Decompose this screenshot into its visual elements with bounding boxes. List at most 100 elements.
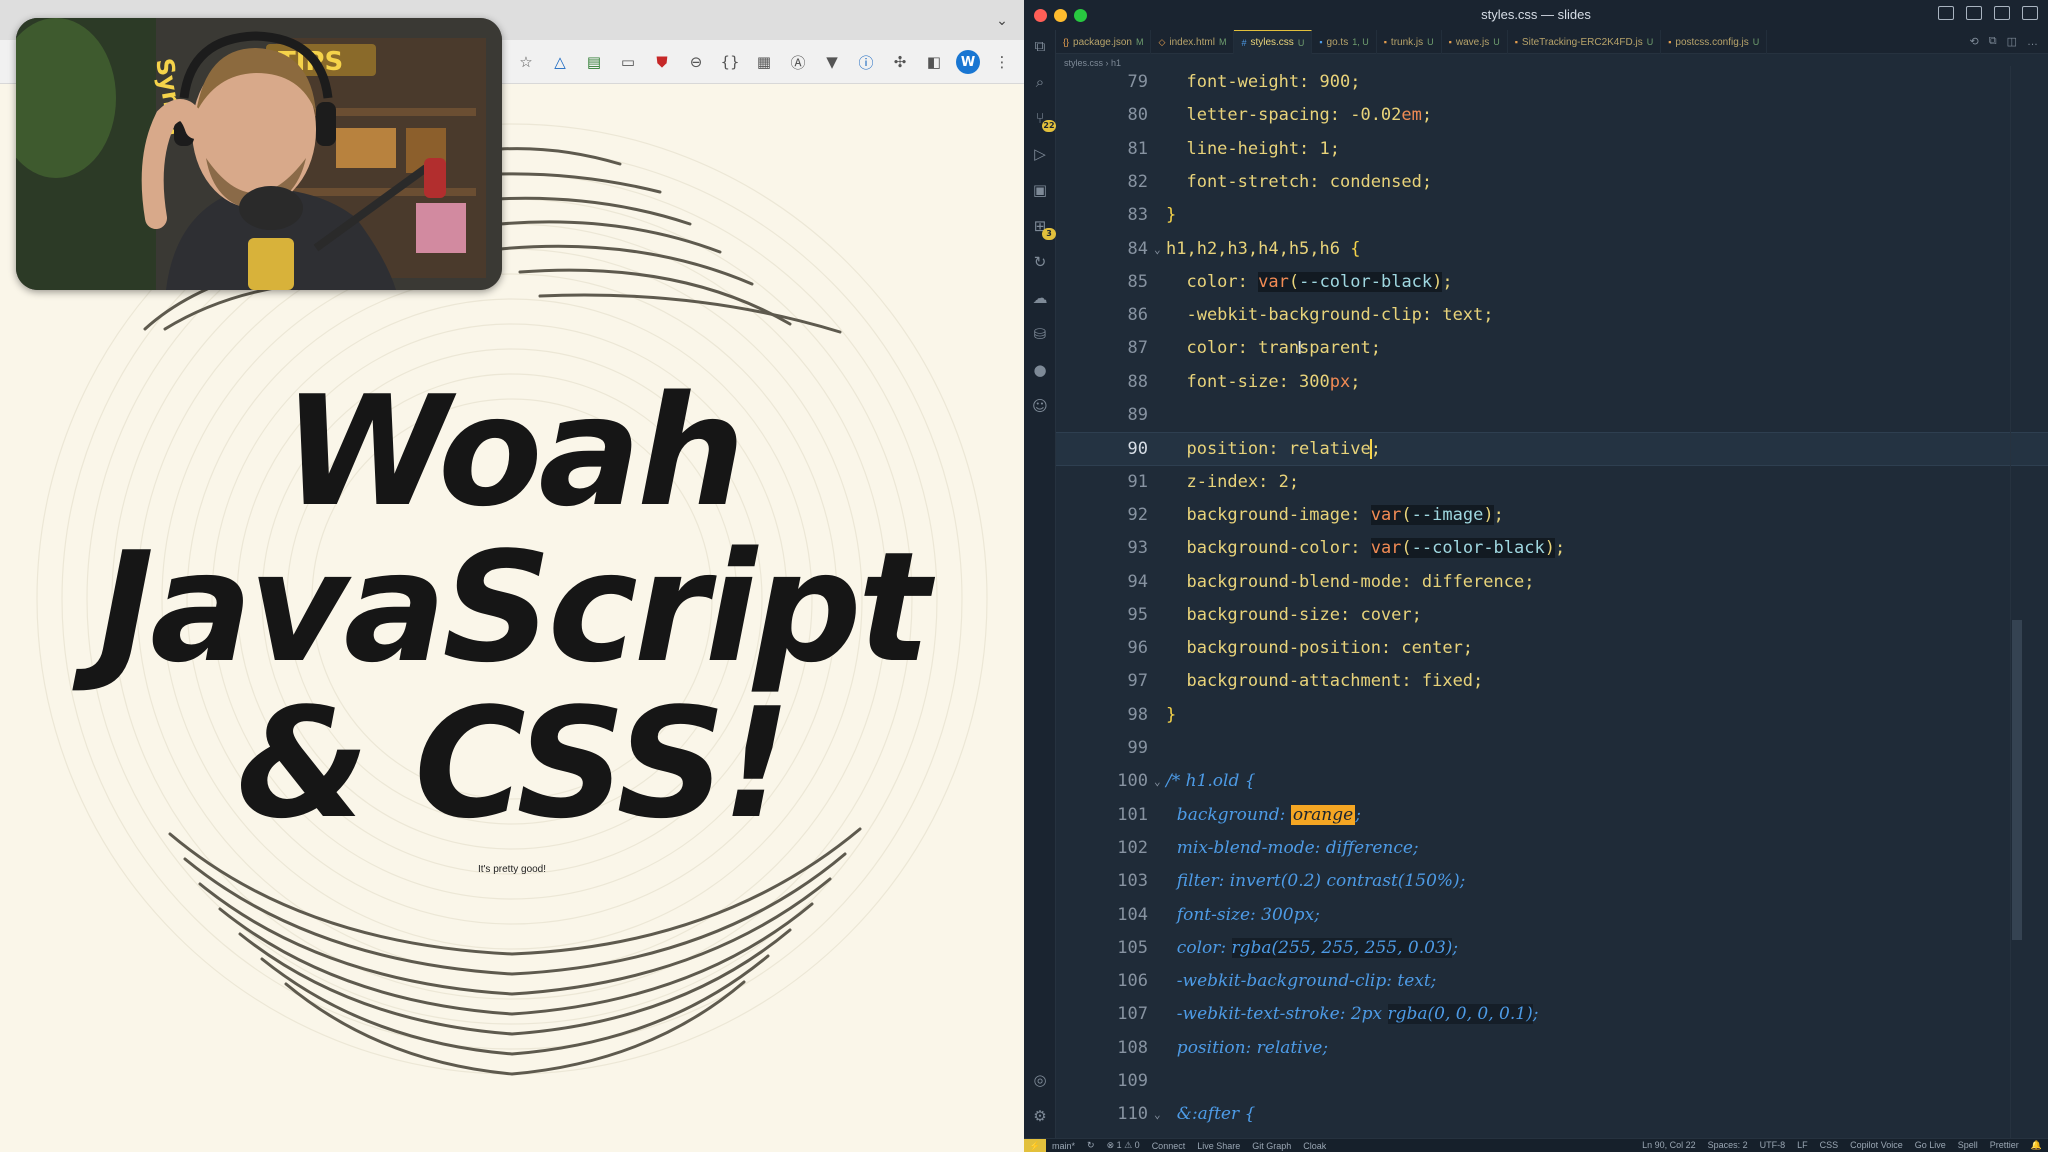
- sidebar-icon[interactable]: ◧: [922, 50, 946, 74]
- a-circle-icon[interactable]: Ⓐ: [786, 50, 810, 74]
- sheets-icon[interactable]: ▤: [582, 50, 606, 74]
- code-line[interactable]: 110 ⌄ &:after {: [1056, 1098, 2048, 1131]
- code-editor[interactable]: 79 font-weight: 900; 80 letter-spacing: -…: [1056, 66, 2048, 1138]
- code-line[interactable]: 93 background-color: var(--color-black);: [1056, 532, 2048, 565]
- code-line[interactable]: 109: [1056, 1065, 2048, 1098]
- live-share-icon[interactable]: ↻: [1028, 250, 1052, 274]
- fold-chevron-icon[interactable]: ⌄: [1154, 765, 1161, 798]
- star-icon[interactable]: ☆: [514, 50, 538, 74]
- profile-icon[interactable]: W: [956, 50, 980, 74]
- code-line[interactable]: 87 color: transparent;: [1056, 332, 2048, 365]
- fold-chevron-icon[interactable]: ⌄: [1154, 233, 1161, 266]
- code-line[interactable]: 83}: [1056, 199, 2048, 232]
- status-sync-icon[interactable]: ↻: [1081, 1140, 1101, 1151]
- split-editor-icon[interactable]: ◫: [2007, 35, 2017, 48]
- code-line[interactable]: 106 -webkit-background-clip: text;: [1056, 965, 2048, 998]
- status-prettier[interactable]: Prettier: [1984, 1140, 2025, 1151]
- code-line[interactable]: 91 z-index: 2;: [1056, 466, 2048, 499]
- code-line[interactable]: 85 color: var(--color-black);: [1056, 266, 2048, 299]
- editor-scrollbar-thumb[interactable]: [2012, 620, 2022, 940]
- source-control-icon[interactable]: ⑂ 22: [1028, 106, 1056, 132]
- github-icon[interactable]: ●: [1028, 358, 1052, 382]
- extensions-icon[interactable]: ⊞ 3: [1028, 214, 1056, 240]
- chevron-down-icon[interactable]: ⌄: [994, 12, 1010, 28]
- status-spell[interactable]: Spell: [1952, 1140, 1984, 1151]
- tab-trunk-js[interactable]: ▪ trunk.js U: [1377, 30, 1442, 54]
- code-line[interactable]: 79 font-weight: 900;: [1056, 66, 2048, 99]
- status-cursor-position[interactable]: Ln 90, Col 22: [1636, 1140, 1702, 1151]
- ublock-icon[interactable]: ⛊: [650, 50, 674, 74]
- status-go-live[interactable]: Go Live: [1909, 1140, 1952, 1151]
- status-problems[interactable]: ⊗ 1 ⚠ 0: [1101, 1140, 1146, 1151]
- vee-icon[interactable]: ▼: [820, 50, 844, 74]
- code-line[interactable]: 89: [1056, 399, 2048, 432]
- code-line[interactable]: 86 -webkit-background-clip: text;: [1056, 299, 2048, 332]
- search-icon[interactable]: ⌕: [1028, 70, 1052, 94]
- code-line[interactable]: 82 font-stretch: condensed;: [1056, 166, 2048, 199]
- tab-package-json[interactable]: {} package.json M: [1056, 30, 1152, 54]
- explorer-icon[interactable]: ⧉: [1028, 34, 1052, 58]
- grid-icon[interactable]: ▦: [752, 50, 776, 74]
- gear-icon[interactable]: ⚙: [1028, 1104, 1052, 1128]
- tab-go-ts[interactable]: ▪ go.ts 1, U: [1312, 30, 1377, 54]
- remote-explorer-icon[interactable]: ▣: [1028, 178, 1052, 202]
- database-icon[interactable]: ⛁: [1028, 322, 1052, 346]
- editor-scrollbar[interactable]: [2010, 66, 2024, 1138]
- tab-sitetracking-js[interactable]: ▪ SiteTracking-ERC2K4FD.js U: [1508, 30, 1662, 54]
- tab-postcss-config[interactable]: ▪ postcss.config.js U: [1661, 30, 1768, 54]
- code-line[interactable]: 98}: [1056, 699, 2048, 732]
- more-actions-icon[interactable]: …: [2027, 36, 2038, 48]
- code-line[interactable]: 104 font-size: 300px;: [1056, 899, 2048, 932]
- status-cloak[interactable]: Cloak: [1297, 1141, 1332, 1151]
- fold-chevron-icon[interactable]: ⌄: [1154, 1098, 1161, 1131]
- docker-icon[interactable]: ☁: [1028, 286, 1052, 310]
- toggle-panel-icon[interactable]: [1966, 6, 1982, 20]
- code-line[interactable]: 100 ⌄/* h1.old {: [1056, 765, 2048, 798]
- info-icon[interactable]: ⓘ: [854, 50, 878, 74]
- code-line[interactable]: 84 ⌄ h1,h2,h3,h4,h5,h6 {: [1056, 233, 2048, 266]
- tab-wave-js[interactable]: ▪ wave.js U: [1442, 30, 1508, 54]
- drive-icon[interactable]: △: [548, 50, 572, 74]
- braces-icon[interactable]: {}: [718, 50, 742, 74]
- code-line[interactable]: 92 background-image: var(--image);: [1056, 499, 2048, 532]
- code-line[interactable]: 101 background: orange;: [1056, 799, 2048, 832]
- code-line[interactable]: 108 position: relative;: [1056, 1032, 2048, 1065]
- toggle-secondary-sidebar-icon[interactable]: [1994, 6, 2010, 20]
- status-language[interactable]: CSS: [1814, 1140, 1845, 1151]
- tab-styles-css[interactable]: # styles.css U: [1234, 30, 1313, 54]
- code-line[interactable]: 99: [1056, 732, 2048, 765]
- status-encoding[interactable]: UTF-8: [1754, 1140, 1792, 1151]
- code-line[interactable]: 95 background-size: cover;: [1056, 599, 2048, 632]
- code-line[interactable]: 103 filter: invert(0.2) contrast(150%);: [1056, 865, 2048, 898]
- notifications-bell-icon[interactable]: 🔔: [2025, 1140, 2048, 1151]
- copilot-icon[interactable]: ☺: [1028, 394, 1052, 418]
- status-eol[interactable]: LF: [1791, 1140, 1814, 1151]
- minus-circle-icon[interactable]: ⊖: [684, 50, 708, 74]
- status-indentation[interactable]: Spaces: 2: [1702, 1140, 1754, 1151]
- code-line[interactable]: 90 position: relative;: [1056, 432, 2048, 466]
- timeline-icon[interactable]: ⟲: [1970, 35, 1979, 48]
- account-icon[interactable]: ◎: [1028, 1068, 1052, 1092]
- status-live-share[interactable]: Live Share: [1191, 1141, 1246, 1151]
- remote-icon[interactable]: ⚡: [1024, 1138, 1046, 1152]
- puzzle-icon[interactable]: ✣: [888, 50, 912, 74]
- customize-layout-icon[interactable]: [2022, 6, 2038, 20]
- code-line[interactable]: 102 mix-blend-mode: difference;: [1056, 832, 2048, 865]
- code-line[interactable]: 94 background-blend-mode: difference;: [1056, 566, 2048, 599]
- status-git-graph[interactable]: Git Graph: [1246, 1141, 1297, 1151]
- more-icon[interactable]: ⋮: [990, 50, 1014, 74]
- status-branch[interactable]: main*: [1046, 1141, 1081, 1151]
- code-line[interactable]: 88 font-size: 300px;: [1056, 366, 2048, 399]
- code-line[interactable]: 96 background-position: center;: [1056, 632, 2048, 665]
- code-line[interactable]: 105 color: rgba(255, 255, 255, 0.03);: [1056, 932, 2048, 965]
- code-line[interactable]: 107 -webkit-text-stroke: 2px rgba(0, 0, …: [1056, 998, 2048, 1031]
- code-line[interactable]: 80 letter-spacing: -0.02em;: [1056, 99, 2048, 132]
- tab-index-html[interactable]: ◇ index.html M: [1151, 30, 1235, 54]
- window-icon[interactable]: ▭: [616, 50, 640, 74]
- status-copilot-voice[interactable]: Copilot Voice: [1844, 1140, 1909, 1151]
- code-line[interactable]: 97 background-attachment: fixed;: [1056, 665, 2048, 698]
- code-line[interactable]: 81 line-height: 1;: [1056, 133, 2048, 166]
- compare-icon[interactable]: ⧉: [1989, 35, 1997, 48]
- run-debug-icon[interactable]: ▷: [1028, 142, 1052, 166]
- status-connect[interactable]: Connect: [1146, 1141, 1192, 1151]
